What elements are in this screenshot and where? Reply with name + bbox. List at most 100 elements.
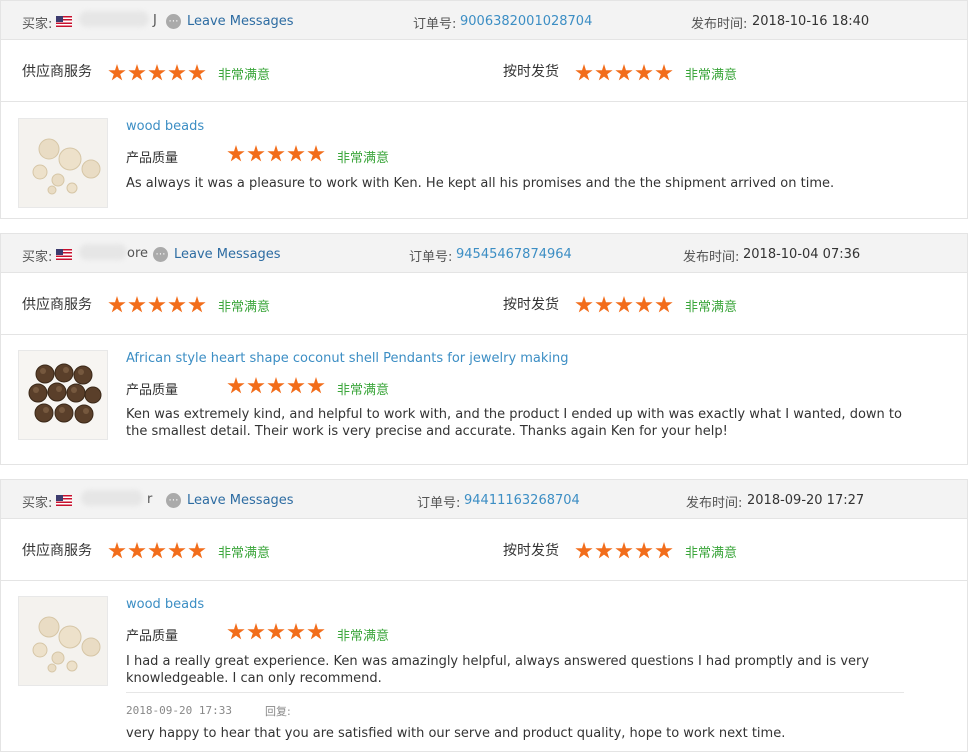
star-icon [575, 542, 593, 559]
star-icon [307, 623, 325, 640]
product-quality-label: 产品质量 [126, 383, 179, 398]
product-title-link[interactable]: wood beads [126, 119, 204, 134]
satisfaction-text: 非常满意 [337, 383, 390, 398]
message-icon[interactable]: ⋯ [166, 493, 181, 508]
published-time: 2018-10-04 07:36 [743, 247, 861, 262]
order-no-link[interactable]: 9006382001028704 [460, 14, 592, 29]
star-icon [287, 623, 305, 640]
star-icon [108, 64, 126, 81]
star-icon [655, 64, 673, 81]
star-icon [615, 296, 633, 313]
reply-text: very happy to hear that you are satisfie… [126, 726, 786, 741]
order-no-label: 订单号: [413, 17, 457, 32]
satisfaction-text: 非常满意 [218, 300, 271, 315]
reply-label: 回复: [265, 705, 291, 718]
star-icon [267, 377, 285, 394]
review-text: Ken was extremely kind, and helpful to w… [126, 407, 902, 439]
order-no-label: 订单号: [409, 250, 453, 265]
star-icon [635, 64, 653, 81]
star-icon [168, 542, 186, 559]
on-time-shipping-label: 按时发货 [503, 64, 559, 80]
buyer-label: 买家: [22, 250, 53, 265]
buyer-label: 买家: [22, 496, 53, 511]
leave-messages-link[interactable]: Leave Messages [187, 14, 294, 29]
review-header: 买家: ore ⋯ Leave Messages 订单号: 9454546787… [1, 234, 967, 273]
star-icon [168, 64, 186, 81]
star-icon [168, 296, 186, 313]
star-icon [227, 377, 245, 394]
supplier-service-label: 供应商服务 [22, 64, 92, 80]
star-icon [615, 542, 633, 559]
buyer-name-redacted [79, 11, 149, 27]
star-icon [655, 296, 673, 313]
wood-beads-image[interactable] [18, 596, 108, 686]
review-card: 买家: ore ⋯ Leave Messages 订单号: 9454546787… [0, 233, 968, 465]
buyer-name-redacted [81, 490, 143, 506]
on-time-shipping-stars [575, 296, 675, 316]
buyer-name-redacted [79, 244, 127, 260]
supplier-service-stars [108, 296, 208, 316]
order-no-label: 订单号: [417, 496, 461, 511]
satisfaction-text: 非常满意 [685, 300, 738, 315]
satisfaction-text: 非常满意 [337, 151, 390, 166]
published-time: 2018-10-16 18:40 [752, 14, 870, 29]
star-icon [227, 145, 245, 162]
buyer-name-stub: r [147, 492, 153, 507]
star-icon [108, 542, 126, 559]
star-icon [307, 145, 325, 162]
buyer-name-stub: J [153, 13, 157, 28]
product-quality-stars [227, 377, 327, 397]
leave-messages-link[interactable]: Leave Messages [187, 493, 294, 508]
star-icon [307, 377, 325, 394]
star-icon [148, 64, 166, 81]
star-icon [575, 296, 593, 313]
ratings-row: 供应商服务 非常满意 按时发货 非常满意 [1, 39, 967, 102]
star-icon [148, 296, 166, 313]
satisfaction-text: 非常满意 [218, 68, 271, 83]
product-title-link[interactable]: wood beads [126, 597, 204, 612]
product-quality-label: 产品质量 [126, 629, 179, 644]
reply-date: 2018-09-20 17:33 [126, 704, 232, 717]
review-text: I had a really great experience. Ken was… [126, 654, 870, 686]
supplier-service-label: 供应商服务 [22, 297, 92, 313]
published-label: 发布时间: [686, 496, 743, 511]
star-icon [267, 145, 285, 162]
star-icon [128, 64, 146, 81]
buyer-name-stub: ore [127, 246, 149, 261]
star-icon [148, 542, 166, 559]
wood-beads-image[interactable] [18, 118, 108, 208]
satisfaction-text: 非常满意 [218, 546, 271, 561]
satisfaction-text: 非常满意 [685, 546, 738, 561]
message-icon[interactable]: ⋯ [166, 14, 181, 29]
leave-messages-link[interactable]: Leave Messages [174, 247, 281, 262]
us-flag-icon [56, 14, 72, 29]
on-time-shipping-stars [575, 542, 675, 562]
star-icon [108, 296, 126, 313]
order-no-link[interactable]: 94545467874964 [456, 247, 572, 262]
message-icon[interactable]: ⋯ [153, 247, 168, 262]
star-icon [575, 64, 593, 81]
published-label: 发布时间: [683, 250, 740, 265]
star-icon [595, 296, 613, 313]
ratings-row: 供应商服务 非常满意 按时发货 非常满意 [1, 272, 967, 335]
star-icon [287, 145, 305, 162]
product-title-link[interactable]: African style heart shape coconut shell … [126, 351, 569, 366]
on-time-shipping-stars [575, 64, 675, 84]
coconut-shell-pendants-image[interactable] [18, 350, 108, 440]
star-icon [247, 145, 265, 162]
published-time: 2018-09-20 17:27 [747, 493, 865, 508]
supplier-service-label: 供应商服务 [22, 543, 92, 559]
buyer-label: 买家: [22, 17, 53, 32]
order-no-link[interactable]: 94411163268704 [464, 493, 580, 508]
star-icon [247, 623, 265, 640]
on-time-shipping-label: 按时发货 [503, 543, 559, 559]
star-icon [635, 296, 653, 313]
star-icon [595, 64, 613, 81]
satisfaction-text: 非常满意 [337, 629, 390, 644]
star-icon [227, 623, 245, 640]
us-flag-icon [56, 247, 72, 262]
supplier-service-stars [108, 64, 208, 84]
star-icon [247, 377, 265, 394]
product-quality-stars [227, 623, 327, 643]
star-icon [267, 623, 285, 640]
